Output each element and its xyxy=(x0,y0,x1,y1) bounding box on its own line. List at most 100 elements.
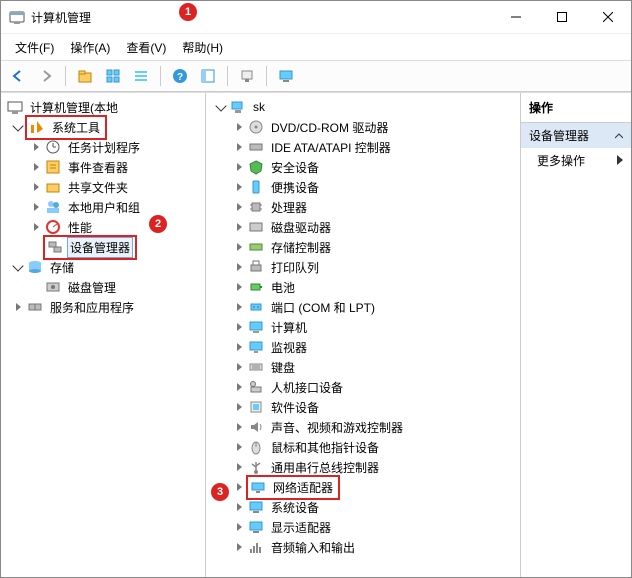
tree-item-shared-folders[interactable]: 共享文件夹 xyxy=(1,177,205,197)
tree-item-storage[interactable]: 存储 xyxy=(1,257,205,277)
tree-item-event-viewer[interactable]: 事件查看器 xyxy=(1,157,205,177)
software-device-icon xyxy=(248,399,264,415)
expander-closed-icon[interactable] xyxy=(232,260,246,274)
tree-label: 监视器 xyxy=(268,337,310,358)
device-button[interactable] xyxy=(234,63,260,89)
monitor-button[interactable] xyxy=(273,63,299,89)
storage-controller-icon xyxy=(248,239,264,255)
expander-closed-icon[interactable] xyxy=(232,160,246,174)
tree-item-device-manager[interactable]: 设备管理器 xyxy=(1,237,205,257)
tree-label: 计算机 xyxy=(268,317,310,338)
maximize-button[interactable] xyxy=(539,2,585,32)
expander-closed-icon[interactable] xyxy=(232,240,246,254)
center-device-pane: 3 sk DVD/CD-ROM 驱动器 IDE ATA/ATAPI 控制器 安全… xyxy=(206,93,521,577)
tree-item[interactable]: 电池 xyxy=(206,277,520,297)
tree-item-computer-root[interactable]: sk xyxy=(206,97,520,117)
tree-label: 软件设备 xyxy=(268,397,322,418)
expander-open-icon[interactable] xyxy=(214,100,228,114)
expander-closed-icon[interactable] xyxy=(232,140,246,154)
tree-item[interactable]: 安全设备 xyxy=(206,157,520,177)
expander-closed-icon[interactable] xyxy=(232,540,246,554)
minimize-button[interactable] xyxy=(493,2,539,32)
forward-button[interactable] xyxy=(33,63,59,89)
network-icon xyxy=(250,479,266,495)
expander-open-icon[interactable] xyxy=(11,260,25,274)
expander-closed-icon[interactable] xyxy=(232,300,246,314)
tree-item[interactable]: 显示适配器 xyxy=(206,517,520,537)
tree-item[interactable]: 磁盘驱动器 xyxy=(206,217,520,237)
expander-closed-icon[interactable] xyxy=(29,180,43,194)
actions-subheader[interactable]: 设备管理器 xyxy=(521,123,631,148)
expander-closed-icon[interactable] xyxy=(11,300,25,314)
dvd-icon xyxy=(248,119,264,135)
tree-item[interactable]: 音频输入和输出 xyxy=(206,537,520,557)
expander-closed-icon[interactable] xyxy=(232,520,246,534)
tree-item[interactable]: 系统设备 xyxy=(206,497,520,517)
tree-label: 端口 (COM 和 LPT) xyxy=(268,297,378,318)
tree-label: 音频输入和输出 xyxy=(268,537,358,558)
tree-item-disk-mgmt[interactable]: 磁盘管理 xyxy=(1,277,205,297)
expander-closed-icon[interactable] xyxy=(232,120,246,134)
expander-closed-icon[interactable] xyxy=(232,460,246,474)
expander-closed-icon[interactable] xyxy=(232,180,246,194)
tree-item[interactable]: 监视器 xyxy=(206,337,520,357)
tree-item-local-users[interactable]: 本地用户和组 xyxy=(1,197,205,217)
expander-closed-icon[interactable] xyxy=(29,160,43,174)
tree-item[interactable]: 声音、视频和游戏控制器 xyxy=(206,417,520,437)
help-button[interactable]: ? xyxy=(167,63,193,89)
tree-label: 声音、视频和游戏控制器 xyxy=(268,417,406,438)
expander-closed-icon[interactable] xyxy=(232,360,246,374)
portable-icon xyxy=(248,179,264,195)
app-icon xyxy=(9,9,25,25)
close-button[interactable] xyxy=(585,2,631,32)
tree-item-system-tools[interactable]: 系统工具 xyxy=(1,117,205,137)
list-button[interactable] xyxy=(128,63,154,89)
tree-item[interactable]: 端口 (COM 和 LPT) xyxy=(206,297,520,317)
tree-item[interactable]: 键盘 xyxy=(206,357,520,377)
tree-item-task-scheduler[interactable]: 任务计划程序 xyxy=(1,137,205,157)
tree-item[interactable]: 人机接口设备 xyxy=(206,377,520,397)
tree-item[interactable]: DVD/CD-ROM 驱动器 xyxy=(206,117,520,137)
show-hide-button[interactable] xyxy=(195,63,221,89)
shield-icon xyxy=(248,159,264,175)
tree-item[interactable]: 处理器 xyxy=(206,197,520,217)
expander-closed-icon[interactable] xyxy=(232,500,246,514)
expander-closed-icon[interactable] xyxy=(29,220,43,234)
tree-label: 服务和应用程序 xyxy=(47,297,137,318)
battery-icon xyxy=(248,279,264,295)
menu-file[interactable]: 文件(F) xyxy=(7,37,62,58)
expander-closed-icon[interactable] xyxy=(232,420,246,434)
collapse-icon xyxy=(615,129,623,143)
actions-more[interactable]: 更多操作 xyxy=(521,148,631,173)
expander-closed-icon[interactable] xyxy=(232,320,246,334)
expander-closed-icon[interactable] xyxy=(232,220,246,234)
expander-closed-icon[interactable] xyxy=(232,340,246,354)
expander-closed-icon[interactable] xyxy=(232,480,246,494)
expander-closed-icon[interactable] xyxy=(232,440,246,454)
tree-item-network-adapters[interactable]: 网络适配器 xyxy=(206,477,520,497)
expander-closed-icon[interactable] xyxy=(232,280,246,294)
tree-item[interactable]: IDE ATA/ATAPI 控制器 xyxy=(206,137,520,157)
tree-item[interactable]: 便携设备 xyxy=(206,177,520,197)
expander-closed-icon[interactable] xyxy=(232,400,246,414)
expander-closed-icon[interactable] xyxy=(232,200,246,214)
toolbar-separator xyxy=(227,66,228,86)
back-button[interactable] xyxy=(5,63,31,89)
menu-action[interactable]: 操作(A) xyxy=(62,37,118,58)
expander-closed-icon[interactable] xyxy=(29,140,43,154)
tree-label: 便携设备 xyxy=(268,177,322,198)
tree-item[interactable]: 软件设备 xyxy=(206,397,520,417)
menu-help[interactable]: 帮助(H) xyxy=(174,37,231,58)
tree-item[interactable]: 鼠标和其他指针设备 xyxy=(206,437,520,457)
expander-closed-icon[interactable] xyxy=(232,380,246,394)
tree-item[interactable]: 打印队列 xyxy=(206,257,520,277)
properties-button[interactable] xyxy=(100,63,126,89)
tree-item[interactable]: 存储控制器 xyxy=(206,237,520,257)
expander-closed-icon[interactable] xyxy=(29,200,43,214)
performance-icon xyxy=(45,219,61,235)
up-button[interactable] xyxy=(72,63,98,89)
tree-item-services[interactable]: 服务和应用程序 xyxy=(1,297,205,317)
menu-view[interactable]: 查看(V) xyxy=(118,37,174,58)
expander-open-icon[interactable] xyxy=(11,120,25,134)
tree-item[interactable]: 计算机 xyxy=(206,317,520,337)
